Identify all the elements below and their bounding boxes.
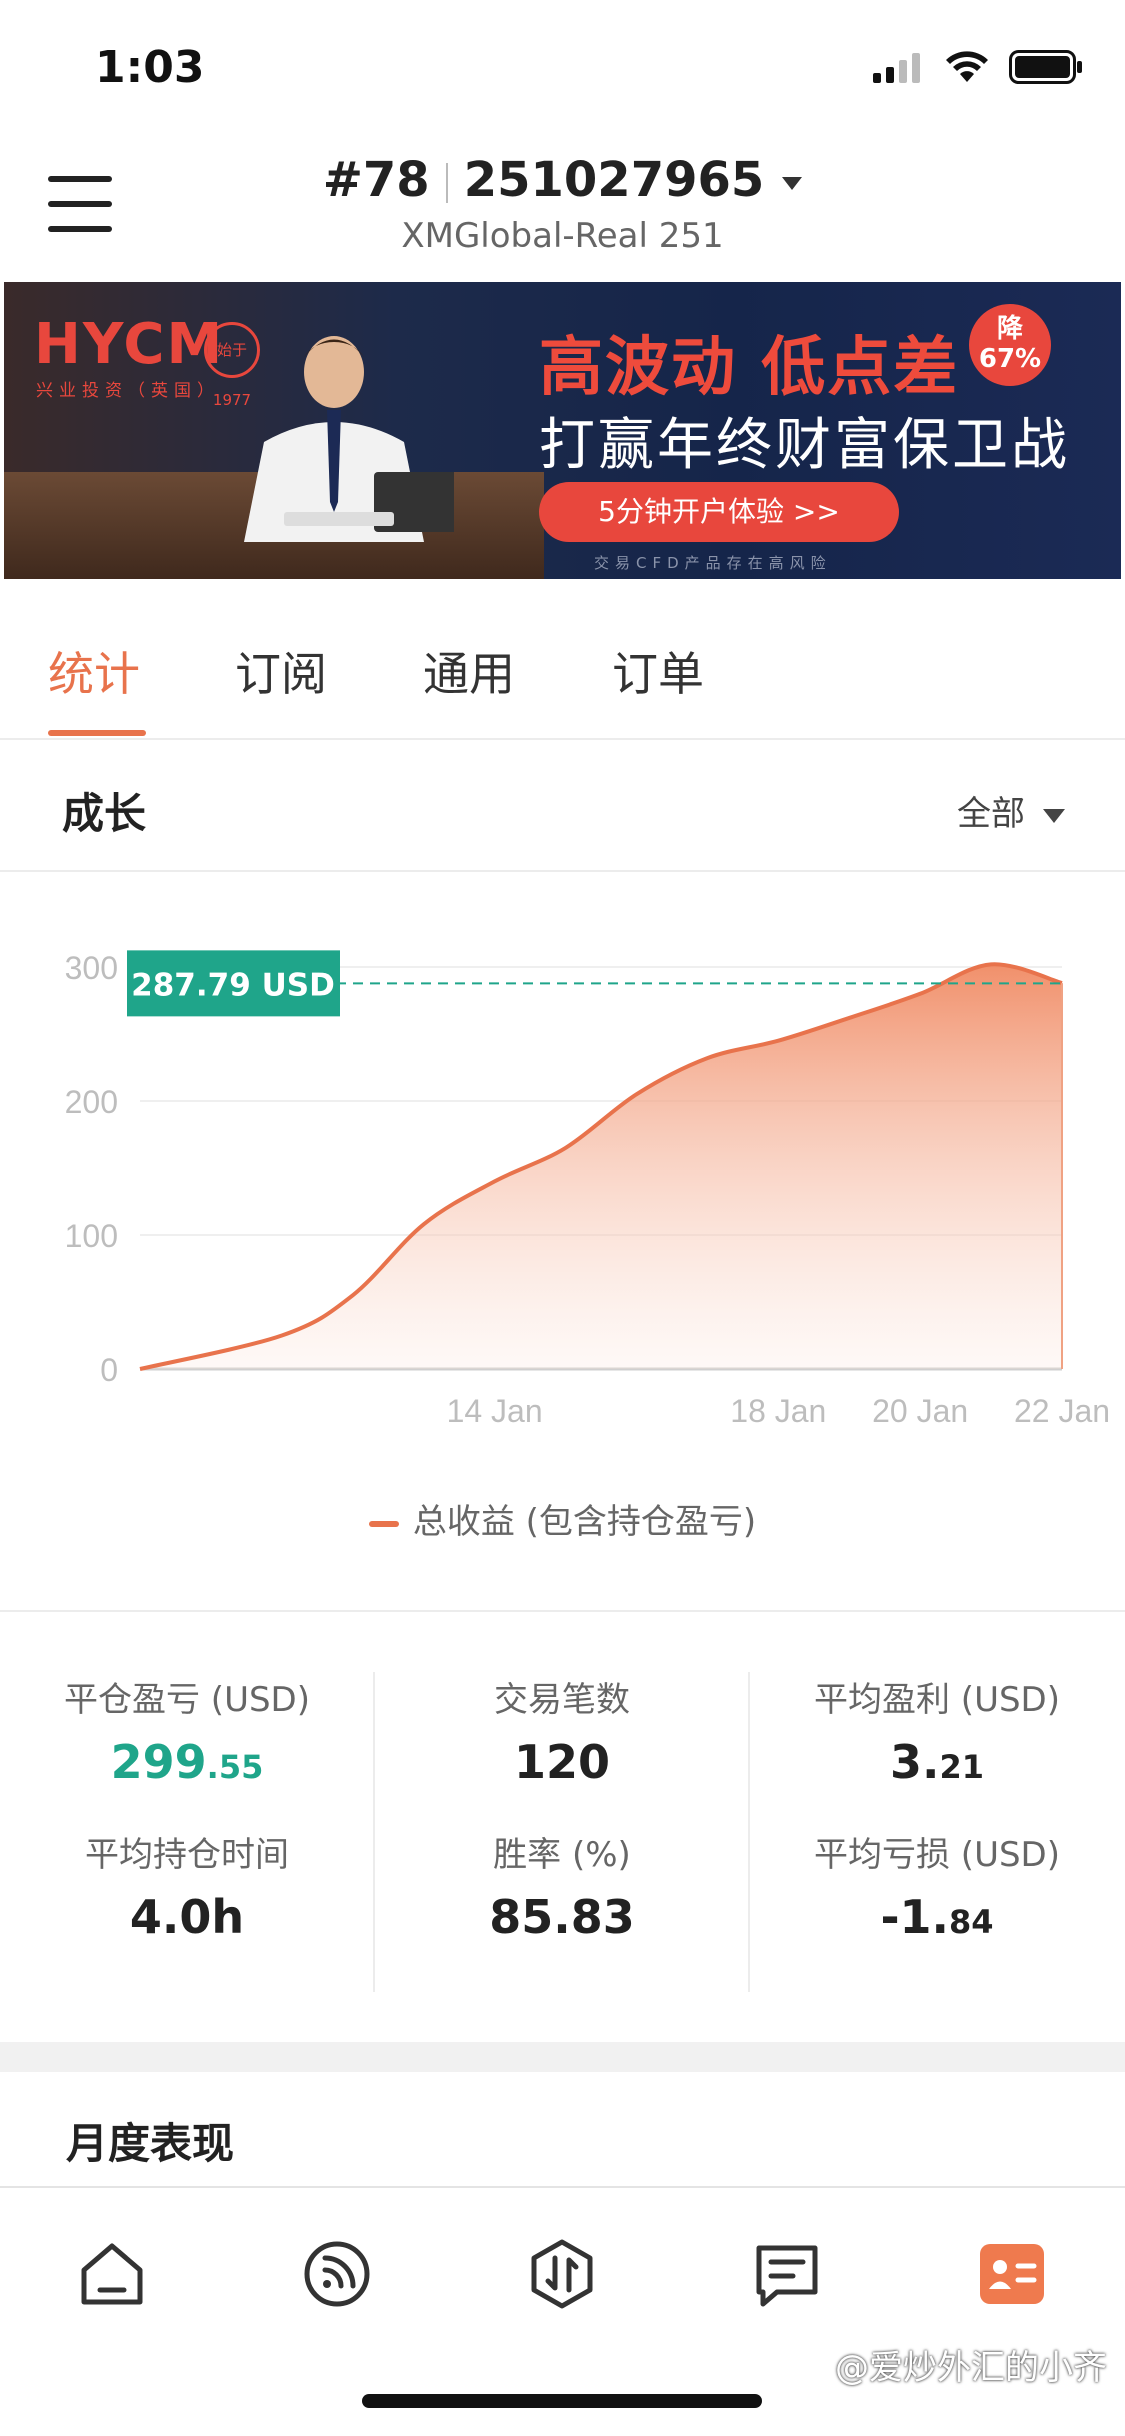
signal-icon <box>873 53 920 83</box>
chevron-down-icon <box>1043 808 1065 823</box>
battery-icon <box>1009 50 1082 84</box>
hycm-logo: HYCM <box>34 312 225 377</box>
discount-badge: 降 67% <box>969 304 1051 386</box>
news-icon[interactable] <box>747 2234 827 2314</box>
stat-label: 平均亏损 (USD) <box>814 1835 1060 1875</box>
account-rank: #78 <box>322 152 430 208</box>
ad-headline: 高波动 低点差 <box>539 331 960 405</box>
home-icon[interactable] <box>72 2234 152 2314</box>
stat-item: 平均盈利 (USD) 3.21 <box>750 1672 1124 1789</box>
feed-icon[interactable] <box>297 2234 377 2314</box>
tab-orders[interactable]: 订单 <box>612 638 704 704</box>
stats-grid: 平仓盈亏 (USD) 299.55 交易笔数 120 平均盈利 (USD) 3.21 平均持… <box>0 1610 1125 2042</box>
stat-item: 平均亏损 (USD) -1.84 <box>750 1827 1124 1944</box>
stat-value: 299.55 <box>110 1735 264 1789</box>
since-seal: 始于1977 <box>204 322 260 409</box>
tab-subscribe[interactable]: 订阅 <box>235 638 327 704</box>
y-tick-label: 0 <box>100 1352 118 1388</box>
current-value-label: 287.79 USD <box>131 967 335 1003</box>
server-name: XMGlobal-Real 251 <box>401 216 724 256</box>
tab-bar: 统计 订阅 通用 订单 <box>0 580 1125 740</box>
x-tick-label: 22 Jan <box>1014 1393 1110 1429</box>
discount-badge-top: 降 <box>996 314 1023 344</box>
stat-item: 交易笔数 120 <box>375 1672 749 1789</box>
x-tick-label: 20 Jan <box>872 1393 968 1429</box>
range-filter-label: 全部 <box>957 794 1025 834</box>
x-tick-label: 18 Jan <box>730 1393 826 1429</box>
growth-chart-svg: 0 100 200 300 287.79 USD 14 Jan 18 Jan 20 Jan 22… <box>65 950 1110 1429</box>
stat-label: 平均持仓时间 <box>85 1835 289 1875</box>
legend-label: 总收益 (包含持仓盈亏) <box>412 1502 757 1542</box>
y-tick-label: 300 <box>65 950 118 986</box>
stat-item: 平均持仓时间 4.0h <box>0 1827 374 1944</box>
active-tab-indicator <box>48 730 146 736</box>
status-time: 1:03 <box>95 42 205 93</box>
risk-disclaimer: 交易CFD产品存在高风险 <box>594 554 832 572</box>
chevron-down-icon <box>782 176 803 190</box>
y-tick-label: 200 <box>65 1084 118 1120</box>
x-tick-label: 14 Jan <box>447 1393 543 1429</box>
stat-item: 胜率 (%) 85.83 <box>375 1827 749 1944</box>
status-icons <box>873 50 1083 84</box>
section-divider <box>0 2042 1125 2072</box>
trade-icon[interactable] <box>522 2234 602 2314</box>
discount-badge-value: 67% <box>978 344 1042 374</box>
hycm-logo-sub: 兴业投资（英国） <box>36 381 220 401</box>
tab-stats[interactable]: 统计 <box>48 638 140 704</box>
ad-banner[interactable]: HYCM 兴业投资（英国） 始于1977 高波动 低点差 打赢年终财富保卫战 降… <box>4 282 1121 579</box>
account-selector[interactable]: #78 251027965 <box>0 152 1125 208</box>
y-tick-label: 100 <box>65 1218 118 1254</box>
watermark: @爱炒外汇的小齐 <box>835 2348 1107 2388</box>
legend-swatch <box>368 1520 399 1527</box>
growth-title: 成长 <box>62 789 147 838</box>
range-filter-dropdown[interactable]: 全部 <box>957 786 1065 835</box>
chart-legend: 总收益 (包含持仓盈亏) <box>0 1494 1125 1543</box>
app-header: #78 251027965 XMGlobal-Real 251 <box>0 140 1125 280</box>
stat-label: 平仓盈亏 (USD) <box>64 1680 310 1720</box>
profile-icon[interactable] <box>972 2234 1052 2314</box>
growth-header: 成长 全部 <box>0 742 1125 872</box>
tab-general[interactable]: 通用 <box>423 638 515 704</box>
stat-item: 平仓盈亏 (USD) 299.55 <box>0 1672 374 1789</box>
stat-value: -1.84 <box>880 1890 994 1944</box>
stat-label: 交易笔数 <box>494 1680 630 1720</box>
stat-value: 3.21 <box>889 1735 984 1789</box>
wifi-icon <box>946 51 988 82</box>
monthly-title: 月度表现 <box>66 2119 235 2168</box>
area-fill <box>140 964 1062 1369</box>
ad-subline: 打赢年终财富保卫战 <box>539 413 1070 478</box>
stat-value: 4.0h <box>129 1890 245 1944</box>
stat-label: 胜率 (%) <box>493 1835 631 1875</box>
home-indicator <box>362 2394 762 2408</box>
stat-label: 平均盈利 (USD) <box>814 1680 1060 1720</box>
status-bar: 1:03 <box>0 0 1125 140</box>
stat-value: 85.83 <box>489 1890 635 1944</box>
account-number: 251027965 <box>463 152 765 208</box>
growth-chart: 0 100 200 300 287.79 USD 14 Jan 18 Jan 20 Jan 22… <box>0 872 1125 1612</box>
stat-value: 120 <box>513 1735 611 1789</box>
open-account-button[interactable]: 5分钟开户体验 >> <box>539 482 899 542</box>
